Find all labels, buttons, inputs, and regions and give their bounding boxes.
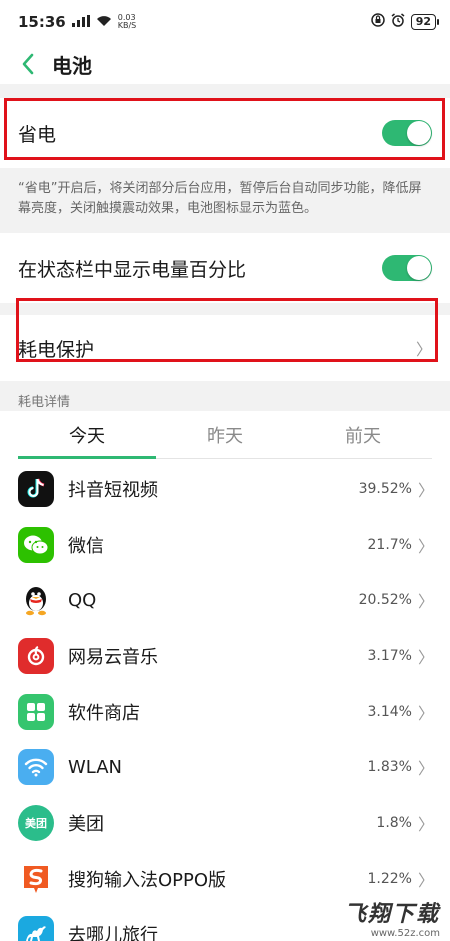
chevron-right-icon: 〉: [417, 592, 434, 612]
list-item[interactable]: 微信 21.7% 〉: [0, 517, 450, 573]
wifi-icon: [96, 13, 112, 31]
signal-icon: [71, 13, 90, 31]
app-percentage: 21.7%: [367, 536, 412, 553]
app-name: 搜狗输入法OPPO版: [68, 869, 227, 891]
meituan-icon: 美团: [18, 804, 54, 841]
spacer: [0, 84, 450, 98]
show-percentage-toggle[interactable]: [382, 255, 432, 281]
app-name: 网易云音乐: [68, 646, 158, 668]
header: 电池: [0, 44, 450, 84]
app-percentage: 3.17%: [367, 647, 412, 664]
tab-day-before[interactable]: 前天: [294, 411, 432, 458]
chevron-right-icon: 〉: [417, 647, 434, 667]
app-percentage: 39.52%: [358, 480, 412, 497]
app-name: 美团: [68, 813, 104, 835]
meituan-icon-text: 美团: [25, 816, 47, 830]
qunar-icon: [18, 916, 54, 941]
list-item[interactable]: WLAN 1.83% 〉: [0, 739, 450, 795]
details-section-label: 耗电详情: [0, 381, 450, 411]
alarm-icon: [391, 13, 405, 31]
list-item[interactable]: 软件商店 3.14% 〉: [0, 684, 450, 740]
chevron-right-icon: 〉: [417, 480, 434, 500]
app-name: QQ: [68, 589, 97, 611]
chevron-right-icon: 〉: [417, 703, 434, 723]
app-name: WLAN: [68, 756, 123, 778]
watermark: 飞翔下载 www.52z.com: [344, 896, 440, 939]
chevron-right-icon: 〉: [417, 759, 434, 779]
network-speed: 0.03 KB/S: [117, 13, 137, 30]
wechat-icon: [18, 526, 54, 563]
status-time: 15:36: [18, 13, 66, 31]
day-tabs: 今天 昨天 前天: [18, 411, 432, 459]
show-percentage-row[interactable]: 在状态栏中显示电量百分比: [0, 233, 450, 303]
chevron-right-icon: 〉: [417, 870, 434, 890]
battery-indicator: 92: [410, 14, 440, 30]
netease-music-icon: [18, 637, 54, 674]
tab-today[interactable]: 今天: [18, 411, 156, 459]
show-percentage-label: 在状态栏中显示电量百分比: [18, 258, 247, 281]
page-title: 电池: [52, 53, 92, 78]
list-item[interactable]: 网易云音乐 3.17% 〉: [0, 628, 450, 684]
app-name: 微信: [68, 535, 104, 557]
tiktok-icon: [18, 470, 54, 507]
qq-icon: [18, 582, 54, 619]
sogou-input-icon: [18, 860, 54, 897]
status-bar: 15:36 0.03 KB/S 92: [0, 0, 450, 44]
chevron-right-icon: 〉: [417, 814, 434, 834]
app-store-icon: [18, 693, 54, 730]
app-percentage: 1.22%: [367, 870, 412, 887]
power-saving-description: “省电”开启后，将关闭部分后台应用，暂停后台自动同步功能，降低屏幕亮度，关闭触摸…: [0, 168, 450, 233]
highlight-box-power-saving: [4, 98, 445, 160]
app-percentage: 1.8%: [376, 814, 412, 831]
app-name: 软件商店: [68, 702, 140, 724]
watermark-text: 飞翔下载: [343, 902, 440, 927]
list-item[interactable]: QQ 20.52% 〉: [0, 572, 450, 628]
back-icon[interactable]: [16, 52, 40, 76]
app-list: 抖音短视频 39.52% 〉 微信 21.7% 〉 QQ 20.52% 〉 网易…: [0, 459, 450, 941]
app-name: 抖音短视频: [68, 479, 158, 501]
chevron-right-icon: 〉: [417, 536, 434, 556]
list-item[interactable]: 抖音短视频 39.52% 〉: [0, 461, 450, 517]
list-item[interactable]: 美团 美团 1.8% 〉: [0, 795, 450, 851]
tab-yesterday[interactable]: 昨天: [156, 411, 294, 458]
app-percentage: 1.83%: [367, 759, 412, 776]
rotation-lock-icon: [370, 13, 385, 31]
highlight-box-drain-protection: [16, 298, 438, 362]
watermark-url: www.52z.com: [370, 928, 440, 939]
wlan-icon: [18, 749, 54, 786]
app-percentage: 20.52%: [358, 592, 412, 609]
app-percentage: 3.14%: [367, 703, 412, 720]
